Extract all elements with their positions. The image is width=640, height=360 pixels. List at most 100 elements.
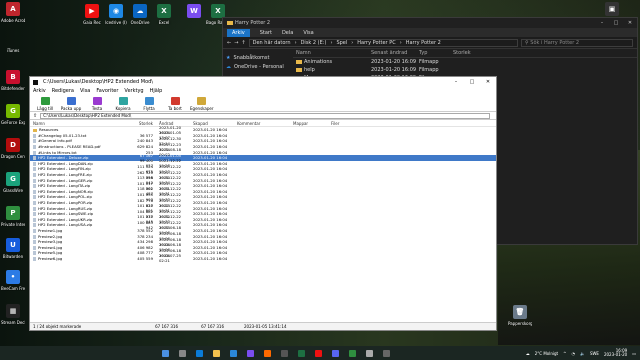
- taskbar-app-icon[interactable]: [332, 349, 339, 357]
- maximize-icon[interactable]: □: [464, 79, 480, 85]
- file-name: Preview2.jpg: [38, 233, 63, 239]
- breadcrumb-item[interactable]: Harry Potter PC: [357, 40, 395, 46]
- ribbon-tab[interactable]: Start: [260, 30, 272, 36]
- folder-up-icon[interactable]: ⇧: [33, 113, 37, 119]
- network-icon[interactable]: ◔: [571, 351, 575, 356]
- menu-item[interactable]: Arkiv: [33, 88, 46, 94]
- column-header[interactable]: Typ: [419, 50, 453, 56]
- desktop-icon[interactable]: U Bitwarden: [1, 238, 25, 259]
- created-date: 2023-01-20 16:04: [193, 239, 228, 245]
- volume-icon[interactable]: 🔈: [580, 351, 585, 356]
- taskbar-app-icon[interactable]: [264, 349, 271, 357]
- column-header[interactable]: Kommentar: [237, 121, 293, 126]
- desktop-icon[interactable]: W: [182, 4, 206, 20]
- 7zip-window: C:\Users\Lukas\Desktop\HP2 Extended Mod\…: [29, 76, 497, 331]
- ribbon-tab[interactable]: Visa: [303, 30, 313, 36]
- modified-date: 2022-07-25 02:21: [159, 253, 182, 264]
- breadcrumb-item[interactable]: Disk 2 (E:): [301, 40, 327, 46]
- desktop-icon[interactable]: D Dragon Center: [1, 138, 25, 159]
- desktop-icon[interactable]: ◉ Icedrive (I): [104, 4, 128, 25]
- taskbar-app-icon[interactable]: [196, 349, 203, 357]
- menu-item[interactable]: Redigera: [52, 88, 74, 94]
- notification-icon[interactable]: ▭: [632, 351, 636, 356]
- desktop-icon[interactable]: ▶ Gaia Rec: [80, 4, 104, 25]
- desktop-icon[interactable]: • BeeCam Free: [1, 270, 25, 291]
- column-header[interactable]: Mappar: [293, 121, 331, 126]
- toolbar-button[interactable]: Ta bort: [164, 97, 186, 111]
- clock[interactable]: 16:09 2023-01-20: [604, 349, 627, 357]
- 7zip-menu-bar: Arkiv Redigera Visa Favoriter Verktyg Hjälp: [30, 87, 496, 94]
- taskbar-app-icon[interactable]: [213, 349, 220, 357]
- weather-icon[interactable]: ☁: [526, 351, 530, 356]
- taskbar-app-icon[interactable]: [315, 349, 322, 357]
- list-item[interactable]: help 2023-01-20 16:09 Filmapp: [293, 66, 637, 74]
- desktop-icon-label: GeForce Experience: [1, 120, 25, 125]
- taskbar-app-icon[interactable]: [281, 349, 288, 357]
- column-header[interactable]: Namn: [30, 121, 132, 126]
- itunes-label[interactable]: iTunes: [1, 48, 25, 53]
- explorer-ribbon: Arkiv Start Dela Visa: [223, 28, 637, 37]
- menu-item[interactable]: Verktyg: [124, 88, 143, 94]
- desktop-icon[interactable]: G GlassWire: [1, 172, 25, 193]
- explorer-search-input[interactable]: ⚲ Sök i Harry Potter 2: [521, 38, 633, 47]
- language-indicator[interactable]: SWE: [590, 351, 599, 356]
- file-name: HP2 Extended - LangRUS.zip: [38, 205, 93, 211]
- desktop-icon[interactable]: G GeForce Experience: [1, 104, 25, 125]
- close-icon[interactable]: ✕: [480, 79, 496, 85]
- 7zip-path-input[interactable]: C:\Users\Lukas\Desktop\HP2 Extended Mod\: [40, 112, 491, 119]
- column-header[interactable]: Filer: [331, 121, 361, 126]
- column-header[interactable]: Storlek: [132, 121, 153, 126]
- desktop-icon[interactable]: B Bitdefender: [1, 70, 25, 91]
- column-header[interactable]: Storlek: [453, 50, 493, 56]
- taskbar-app-icon[interactable]: [349, 349, 356, 357]
- toolbar-button[interactable]: Packa upp: [60, 97, 82, 111]
- list-item[interactable]: Animations 2023-01-20 16:09 Filmapp: [293, 58, 637, 66]
- maximize-icon[interactable]: □: [609, 20, 623, 26]
- taskbar-app-icon[interactable]: [179, 349, 186, 357]
- forward-icon[interactable]: →: [234, 40, 238, 46]
- column-header[interactable]: Namn: [293, 50, 371, 56]
- toolbar-button[interactable]: Egenskaper: [190, 97, 214, 111]
- minimize-icon[interactable]: –: [595, 20, 609, 26]
- file-size: 378 552: [137, 227, 153, 233]
- toolbar-button[interactable]: Kopiera: [112, 97, 134, 111]
- 7zip-title: C:\Users\Lukas\Desktop\HP2 Extended Mod\: [43, 79, 153, 85]
- desktop-icon[interactable]: A Adobe Acrobat: [1, 2, 25, 23]
- taskbar-app-icon[interactable]: [247, 349, 254, 357]
- weather-text[interactable]: 2°C Molnigt: [535, 351, 558, 356]
- desktop-icon[interactable]: 🗑 Papperskorg: [508, 305, 532, 326]
- ribbon-tab[interactable]: Arkiv: [227, 28, 250, 37]
- taskbar-app-icon[interactable]: [230, 349, 237, 357]
- toolbar-button[interactable]: Lägg till: [34, 97, 56, 111]
- toolbar-button[interactable]: Flytta: [138, 97, 160, 111]
- ribbon-tab[interactable]: Dela: [282, 30, 293, 36]
- up-icon[interactable]: ↑: [241, 40, 245, 46]
- table-row[interactable]: Preview6.jpg 405 559 2022-07-25 02:21 2023-…: [30, 253, 496, 264]
- taskbar-app-icon[interactable]: [298, 349, 305, 357]
- desktop-icon[interactable]: ▦ Stream Deck: [1, 304, 25, 325]
- explorer-breadcrumb[interactable]: Den här datorn › Disk 2 (E:) › Spel › Harry Po…: [248, 38, 518, 47]
- breadcrumb-item[interactable]: Spel: [336, 40, 347, 46]
- column-header[interactable]: Senast ändrad: [371, 50, 419, 56]
- nav-item[interactable]: ☁ OneDrive - Personal: [226, 62, 290, 71]
- minimize-icon[interactable]: –: [448, 79, 464, 85]
- back-icon[interactable]: ←: [227, 40, 231, 46]
- menu-item[interactable]: Favoriter: [96, 88, 118, 94]
- close-icon[interactable]: ✕: [623, 20, 637, 26]
- breadcrumb-item[interactable]: Harry Potter 2: [406, 40, 441, 46]
- file-icon: [33, 245, 36, 250]
- desktop-icon-label: OneDrive: [130, 20, 150, 25]
- tray-chevron-icon[interactable]: ^: [563, 351, 566, 356]
- desktop-icon[interactable]: ☁ OneDrive: [128, 4, 152, 25]
- taskbar-app-icon[interactable]: [383, 349, 390, 357]
- column-header[interactable]: Skapad: [193, 121, 237, 126]
- menu-item[interactable]: Visa: [80, 88, 90, 94]
- desktop-icon[interactable]: X Excel: [152, 4, 176, 25]
- nav-item[interactable]: ★ Snabbåtkomst: [226, 53, 290, 62]
- breadcrumb-item[interactable]: Den här datorn: [253, 40, 291, 46]
- taskbar-app-icon[interactable]: [366, 349, 373, 357]
- desktop-icon[interactable]: P Private Intern...: [1, 206, 25, 227]
- menu-item[interactable]: Hjälp: [150, 88, 163, 94]
- start-icon[interactable]: [162, 349, 169, 357]
- toolbar-button[interactable]: Testa: [86, 97, 108, 111]
